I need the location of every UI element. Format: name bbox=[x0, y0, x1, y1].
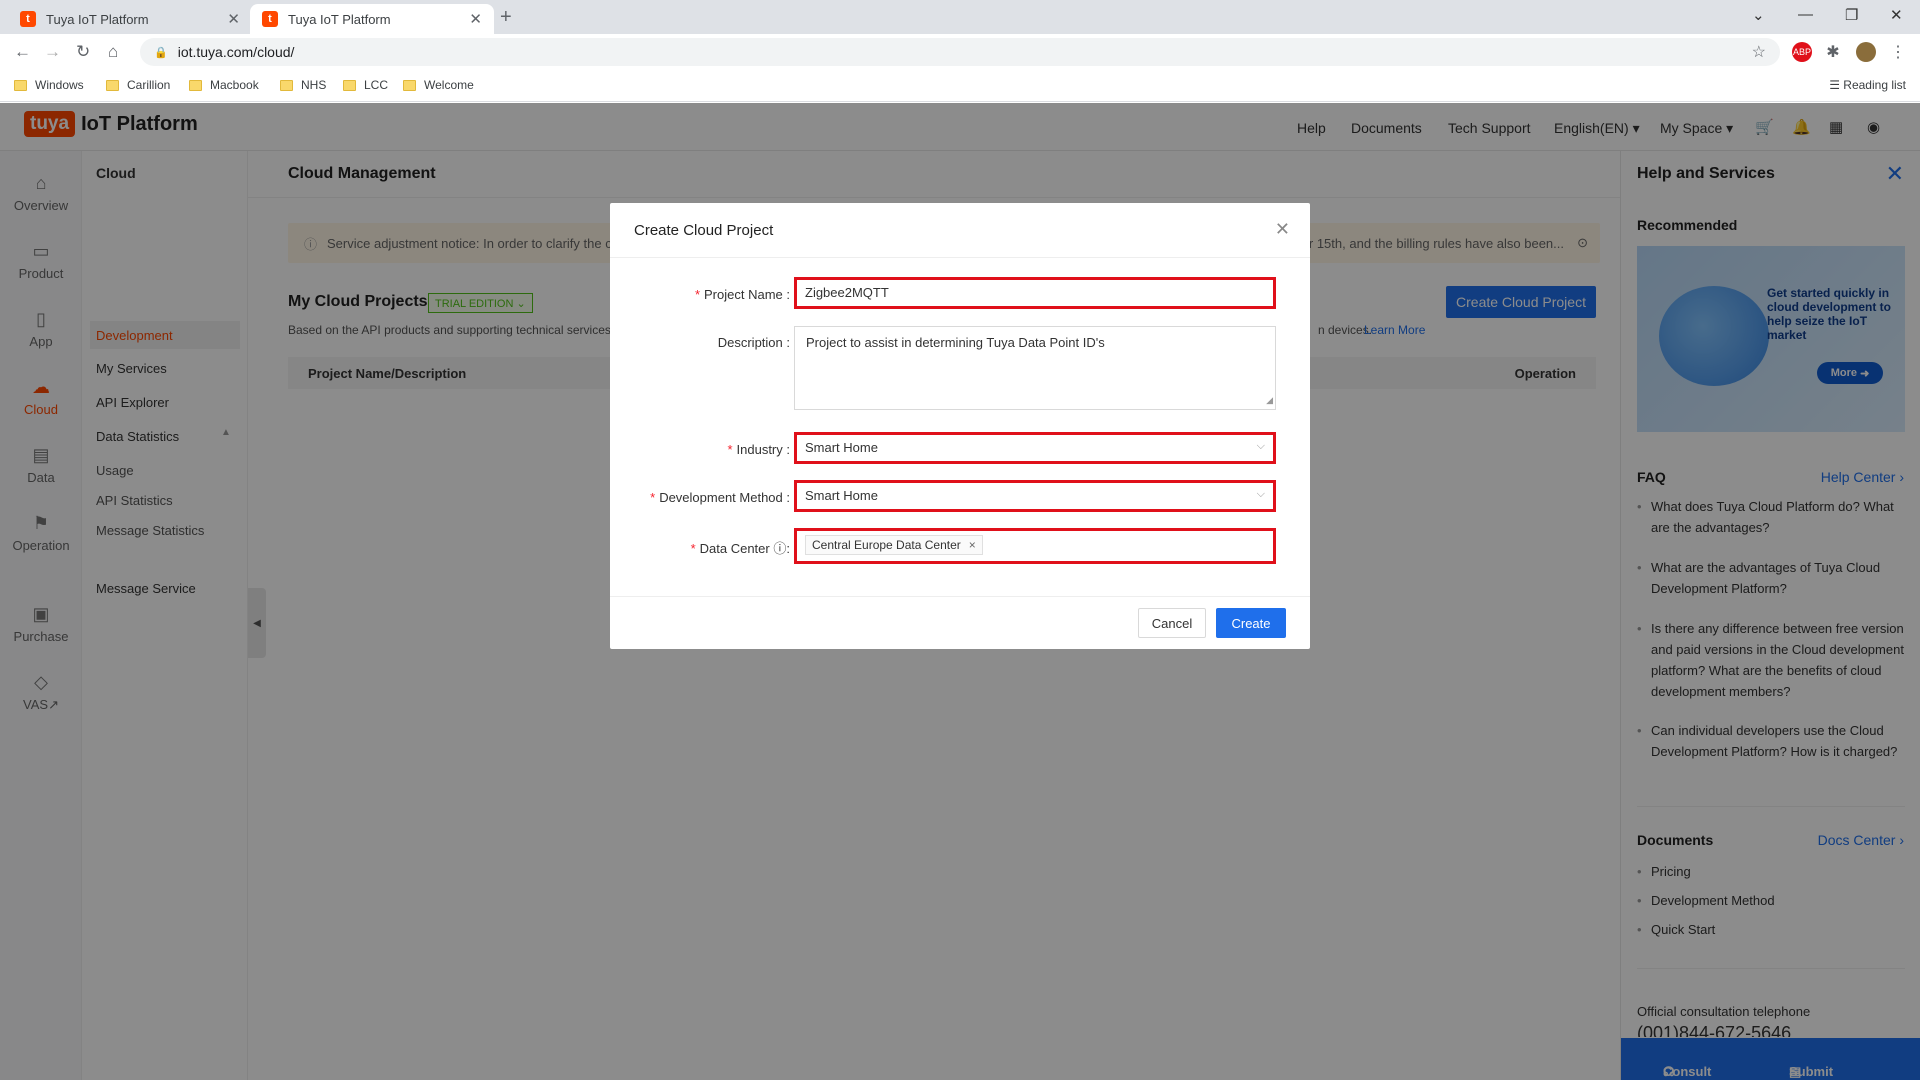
close-tab-icon[interactable]: ✕ bbox=[227, 10, 240, 28]
help-circle-icon[interactable]: ⓘ bbox=[773, 541, 786, 556]
description-label: Description : bbox=[717, 335, 790, 350]
project-name-label: * Project Name : bbox=[694, 287, 790, 302]
browser-tab-1[interactable]: t Tuya IoT Platform ✕ bbox=[8, 4, 252, 34]
tuya-favicon-icon: t bbox=[20, 11, 36, 27]
minimize-icon[interactable]: — bbox=[1798, 6, 1813, 23]
url-field[interactable]: 🔒 iot.tuya.com/cloud/ ☆ bbox=[140, 38, 1780, 66]
resize-handle-icon[interactable]: ◢ bbox=[1266, 391, 1273, 409]
forward-icon[interactable]: → bbox=[44, 42, 61, 62]
folder-icon bbox=[343, 79, 356, 91]
dialog-title: Create Cloud Project bbox=[634, 222, 774, 239]
cancel-button[interactable]: Cancel bbox=[1138, 608, 1206, 638]
industry-value: Smart Home bbox=[805, 440, 878, 455]
close-tab-icon[interactable]: ✕ bbox=[469, 10, 482, 28]
home-icon[interactable]: ⌂ bbox=[108, 42, 118, 62]
data-center-label: * Data Center ⓘ: bbox=[690, 541, 790, 556]
reload-icon[interactable]: ↻ bbox=[76, 42, 90, 62]
divider bbox=[610, 257, 1310, 258]
close-icon[interactable]: ✕ bbox=[1275, 219, 1290, 240]
browser-tabbar: t Tuya IoT Platform ✕ t Tuya IoT Platfor… bbox=[0, 0, 1920, 34]
description-textarea[interactable]: Project to assist in determining Tuya Da… bbox=[794, 326, 1276, 410]
bookmark-item[interactable]: Carillion bbox=[106, 78, 170, 92]
reading-list[interactable]: ☰ Reading list bbox=[1829, 78, 1906, 92]
divider bbox=[610, 596, 1310, 597]
folder-icon bbox=[189, 79, 202, 91]
data-center-select[interactable]: Central Europe Data Center × bbox=[794, 528, 1276, 564]
data-center-tag: Central Europe Data Center × bbox=[805, 535, 983, 555]
create-cloud-project-dialog: Create Cloud Project ✕ * Project Name : Z… bbox=[610, 203, 1310, 649]
tuya-favicon-icon: t bbox=[262, 11, 278, 27]
bookmark-item[interactable]: NHS bbox=[280, 78, 326, 92]
bookmark-star-icon[interactable]: ☆ bbox=[1752, 42, 1766, 62]
chevron-down-icon: ⌵ bbox=[1256, 488, 1265, 500]
browser-menu-icon[interactable]: ⋮ bbox=[1888, 42, 1908, 62]
folder-icon bbox=[403, 79, 416, 91]
extensions-icon[interactable]: ✱ bbox=[1823, 42, 1843, 62]
reading-list-icon: ☰ bbox=[1829, 78, 1844, 92]
restore-icon[interactable]: ❐ bbox=[1845, 6, 1858, 24]
back-icon[interactable]: ← bbox=[14, 42, 31, 62]
remove-tag-icon[interactable]: × bbox=[969, 538, 976, 552]
industry-select[interactable]: Smart Home ⌵ bbox=[794, 432, 1276, 464]
folder-icon bbox=[280, 79, 293, 91]
adblock-icon[interactable]: ABP bbox=[1792, 42, 1812, 62]
folder-icon bbox=[14, 79, 27, 91]
create-button[interactable]: Create bbox=[1216, 608, 1286, 638]
project-name-input[interactable]: Zigbee2MQTT bbox=[794, 277, 1276, 309]
bookmark-item[interactable]: Windows bbox=[14, 78, 84, 92]
development-method-value: Smart Home bbox=[805, 488, 878, 503]
bookmark-item[interactable]: Macbook bbox=[189, 78, 259, 92]
bookmark-item[interactable]: LCC bbox=[343, 78, 388, 92]
chevron-down-icon: ⌵ bbox=[1256, 440, 1265, 452]
avatar[interactable] bbox=[1856, 42, 1876, 62]
url-text: iot.tuya.com/cloud/ bbox=[177, 44, 295, 60]
new-tab-icon[interactable]: + bbox=[500, 6, 512, 29]
lock-icon: 🔒 bbox=[154, 46, 168, 59]
bookmarks-bar: Windows Carillion Macbook NHS LCC Welcom… bbox=[0, 70, 1920, 102]
tab-search-icon[interactable]: ⌄ bbox=[1752, 6, 1765, 24]
tab-title: Tuya IoT Platform bbox=[46, 11, 149, 27]
address-bar: ← → ↻ ⌂ 🔒 iot.tuya.com/cloud/ ☆ bbox=[0, 34, 1920, 70]
development-method-label: * Development Method : bbox=[650, 490, 790, 505]
tab-title: Tuya IoT Platform bbox=[288, 11, 391, 27]
folder-icon bbox=[106, 79, 119, 91]
industry-label: * Industry : bbox=[727, 442, 790, 457]
description-text: Project to assist in determining Tuya Da… bbox=[806, 335, 1105, 350]
close-window-icon[interactable]: ✕ bbox=[1890, 6, 1903, 24]
bookmark-item[interactable]: Welcome bbox=[403, 78, 474, 92]
development-method-select[interactable]: Smart Home ⌵ bbox=[794, 480, 1276, 512]
browser-tab-2[interactable]: t Tuya IoT Platform ✕ bbox=[250, 4, 494, 34]
